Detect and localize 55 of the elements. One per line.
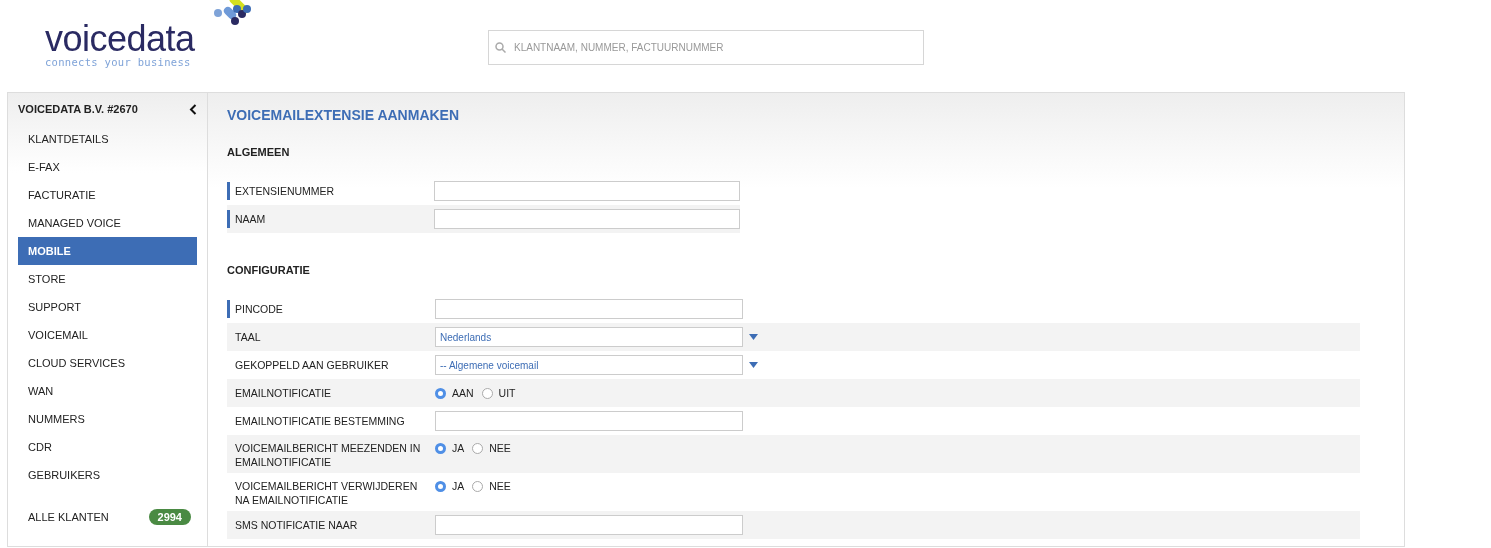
sidebar-item[interactable]: WAN: [18, 377, 197, 405]
field-label: EMAILNOTIFICATIE BESTEMMING: [234, 414, 406, 429]
field-label: SMS NOTIFICATIE NAAR: [234, 518, 359, 533]
radio-button[interactable]: [481, 387, 493, 399]
sidebar-item[interactable]: VOICEMAIL: [18, 321, 197, 349]
field-label: VOICEMAILBERICHT MEEZENDEN IN EMAILNOTIFICATIE: [234, 441, 422, 469]
input-field[interactable]: [435, 299, 743, 319]
dropdown[interactable]: -- Algemene voicemail: [435, 355, 743, 375]
sidebar-item[interactable]: E-FAX: [18, 153, 197, 181]
radio-label: AAN: [452, 387, 474, 399]
field-label: NAAM: [227, 210, 426, 228]
field-label: GEKOPPELD AAN GEBRUIKER: [234, 358, 390, 373]
field-label: TAAL: [234, 330, 262, 345]
search-field[interactable]: KLANTNAAM, NUMMER, FACTUURNUMMER: [488, 30, 924, 65]
input-field[interactable]: [433, 209, 740, 229]
radio-button[interactable]: [435, 480, 446, 492]
radio-label: NEE: [489, 442, 511, 454]
field-label: VOICEMAILBERICHT VERWIJDEREN NA EMAILNOTIFICATIE: [234, 479, 419, 507]
field-label: EMAILNOTIFICATIE: [234, 386, 333, 401]
sidebar-item[interactable]: GEBRUIKERS: [18, 461, 197, 489]
sidebar-item[interactable]: FACTURATIE: [18, 181, 197, 209]
sidebar-item[interactable]: MOBILE: [18, 237, 197, 265]
input-field[interactable]: [433, 181, 740, 201]
radio-label: NEE: [489, 480, 511, 492]
page-title: VOICEMAILEXTENSIE AANMAKEN: [227, 106, 461, 125]
sidebar-item[interactable]: CDR: [18, 433, 197, 461]
sidebar-item[interactable]: SUPPORT: [18, 293, 197, 321]
sidebar-item[interactable]: KLANTDETAILS: [18, 125, 197, 153]
radio-button[interactable]: [472, 480, 484, 492]
radio-label: JA: [452, 442, 465, 454]
radio-label: JA: [452, 480, 465, 492]
sidebar-item[interactable]: CLOUD SERVICES: [18, 349, 197, 377]
radio-label: UIT: [498, 387, 516, 399]
section-title: ALGEMEEN: [227, 145, 291, 160]
count-badge: 2994: [148, 509, 191, 525]
logo-wordmark: voicedata: [45, 22, 195, 56]
sidebar-item[interactable]: STORE: [18, 265, 197, 293]
sidebar-item[interactable]: MANAGED VOICE: [18, 209, 197, 237]
field-label: PINCODE: [227, 300, 427, 318]
field-label: EXTENSIENUMMER: [227, 182, 426, 200]
section-title: CONFIGURATIE: [227, 263, 311, 278]
caret-icon: [749, 334, 758, 340]
radio-button[interactable]: [472, 442, 484, 454]
dropdown[interactable]: Nederlands: [435, 327, 743, 347]
radio-button[interactable]: [435, 387, 446, 399]
input-field[interactable]: [435, 515, 743, 535]
radio-button[interactable]: [435, 442, 446, 454]
sidebar-item[interactable]: NUMMERS: [18, 405, 197, 433]
logo-tagline: connects your business: [45, 56, 192, 68]
search-icon: [495, 42, 506, 53]
collapse-icon[interactable]: [189, 103, 197, 115]
input-field[interactable]: [435, 411, 743, 431]
caret-icon: [749, 362, 758, 368]
sidebar-item[interactable]: ALLE KLANTEN: [28, 511, 109, 523]
customer-title: VOICEDATA B.V. #2670: [18, 103, 138, 115]
